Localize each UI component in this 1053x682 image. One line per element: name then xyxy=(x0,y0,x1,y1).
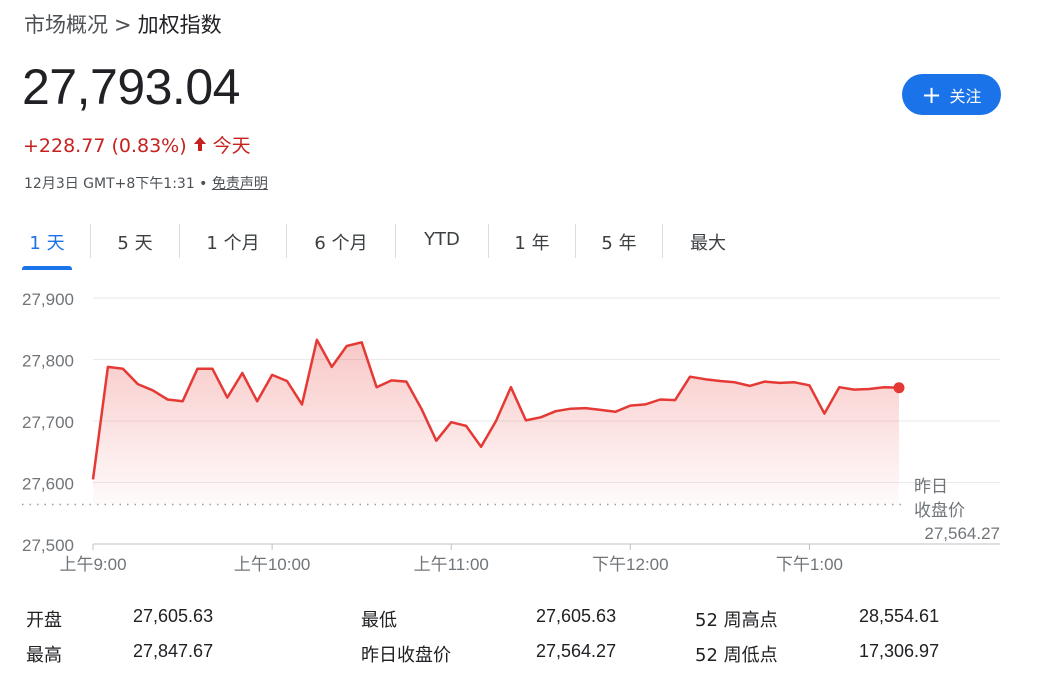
x-tick-label: 下午12:00 xyxy=(592,555,669,574)
timestamp-text: 12月3日 GMT+8下午1:31 • xyxy=(24,176,212,192)
stat-value-prev-close: 27,564.27 xyxy=(536,641,617,661)
tab-1m[interactable]: 1 个月 xyxy=(180,222,286,262)
tab-5d[interactable]: 5 天 xyxy=(91,222,179,262)
stat-label-52w-high: 52 周高点 xyxy=(695,610,778,631)
stat-label-open: 开盘 xyxy=(26,610,62,631)
stat-value-high: 27,847.67 xyxy=(133,641,214,661)
prev-close-label: 收盘价 xyxy=(914,501,965,521)
arrow-up-icon xyxy=(193,135,207,157)
plus-icon: + xyxy=(921,80,942,109)
y-tick-label: 27,800 xyxy=(22,352,74,371)
stat-value-low: 27,605.63 xyxy=(536,606,617,626)
y-tick-label: 27,700 xyxy=(22,413,74,432)
prev-close-value: 27,564.27 xyxy=(924,524,1000,543)
x-tick-label: 上午11:00 xyxy=(414,555,489,574)
tab-6m[interactable]: 6 个月 xyxy=(287,222,395,262)
stat-label-high: 最高 xyxy=(26,645,62,666)
x-tick-label: 上午9:00 xyxy=(59,555,126,574)
breadcrumb-parent[interactable]: 市场概况 xyxy=(24,13,108,37)
y-tick-label: 27,900 xyxy=(22,290,74,309)
prev-close-label: 昨日 xyxy=(914,477,948,497)
stat-value-52w-high: 28,554.61 xyxy=(859,606,940,626)
follow-button[interactable]: + 关注 xyxy=(902,74,1001,115)
stat-label-52w-low: 52 周低点 xyxy=(695,645,778,666)
stat-value-52w-low: 17,306.97 xyxy=(859,641,940,661)
range-tabs: 1 天 5 天 1 个月 6 个月 YTD 1 年 5 年 最大 xyxy=(22,222,753,270)
tab-max[interactable]: 最大 xyxy=(663,222,753,262)
breadcrumb: 市场概况 > 加权指数 xyxy=(24,9,222,39)
disclaimer-link[interactable]: 免责声明 xyxy=(212,176,268,192)
x-tick-label: 上午10:00 xyxy=(234,555,311,574)
tab-1d[interactable]: 1 天 xyxy=(22,222,72,270)
follow-button-label: 关注 xyxy=(949,86,982,106)
timestamp: 12月3日 GMT+8下午1:31 • 免责声明 xyxy=(24,173,268,193)
price-chart[interactable]: 27,500 27,600 27,700 27,800 27,900 上午9:00 上午10… xyxy=(0,280,1053,580)
tab-1y[interactable]: 1 年 xyxy=(489,222,575,262)
breadcrumb-current: 加权指数 xyxy=(137,13,222,37)
last-point-marker xyxy=(893,382,905,394)
x-tick-label: 下午1:00 xyxy=(776,555,843,574)
tab-5y[interactable]: 5 年 xyxy=(576,222,662,262)
change-period: 今天 xyxy=(212,135,251,157)
y-tick-label: 27,500 xyxy=(22,536,74,555)
tab-ytd[interactable]: YTD xyxy=(396,222,488,257)
price-change: +228.77 (0.83%) 今天 xyxy=(23,131,251,158)
stat-value-open: 27,605.63 xyxy=(133,606,214,626)
stat-label-prev-close: 昨日收盘价 xyxy=(361,645,451,666)
change-value: +228.77 (0.83%) xyxy=(23,135,187,157)
stat-label-low: 最低 xyxy=(361,610,397,631)
breadcrumb-separator: > xyxy=(114,13,132,37)
current-price: 27,793.04 xyxy=(22,59,240,115)
y-tick-label: 27,600 xyxy=(22,475,74,494)
